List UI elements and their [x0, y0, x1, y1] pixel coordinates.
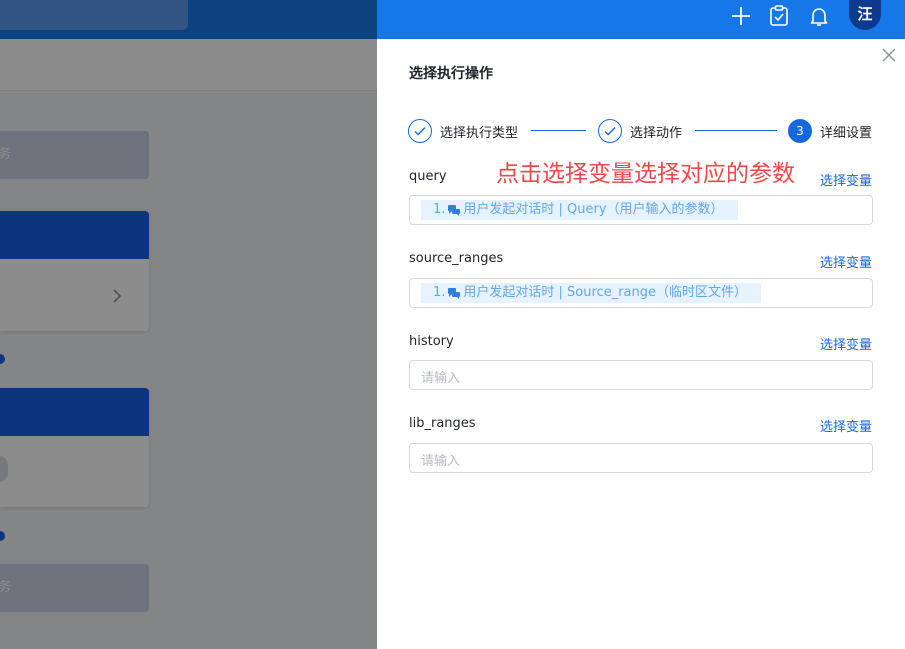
modal-mask[interactable] — [0, 0, 377, 649]
check-icon — [414, 127, 426, 136]
field-label-lib-ranges: lib_ranges — [409, 416, 476, 431]
placeholder: 请输入 — [421, 371, 461, 386]
select-variable-link-source-ranges[interactable]: 选择变量 — [820, 252, 872, 271]
field-label-history: history — [409, 334, 454, 349]
step-1: 选择执行类型 — [408, 118, 518, 144]
lib-ranges-input[interactable]: 请输入 — [409, 443, 873, 473]
action-drawer: 选择执行操作 选择执行类型 选择动作 3 详细设置 点击选择变量选择对应的参数 … — [377, 39, 905, 649]
avatar[interactable]: 汪 — [849, 0, 881, 30]
step-label: 详细设置 — [820, 125, 873, 141]
step-done-icon — [408, 119, 432, 143]
variable-tag[interactable]: 1. 用户发起对话时 | Query（用户输入的参数） — [421, 200, 738, 220]
source-ranges-field[interactable]: 1. 用户发起对话时 | Source_range（临时区文件） — [409, 278, 873, 308]
tag-text: 用户发起对话时 | Source_range（临时区文件） — [463, 285, 748, 300]
step-label: 选择执行类型 — [440, 125, 519, 141]
bell-icon[interactable] — [807, 4, 831, 28]
step-number: 3 — [788, 119, 812, 143]
step-done-icon — [598, 119, 622, 143]
tag-text: 用户发起对话时 | Query（用户输入的参数） — [463, 202, 724, 217]
step-2: 选择动作 — [598, 118, 682, 144]
steps: 选择执行类型 选择动作 3 详细设置 — [408, 118, 878, 144]
field-label-source-ranges: source_ranges — [409, 251, 504, 266]
step-connector — [695, 130, 777, 131]
tag-index: 1. — [433, 202, 446, 217]
step-label: 选择动作 — [630, 125, 683, 141]
chat-icon — [448, 287, 461, 299]
select-variable-link-history[interactable]: 选择变量 — [820, 334, 872, 353]
placeholder: 请输入 — [421, 454, 461, 469]
select-variable-link-query[interactable]: 选择变量 — [820, 170, 872, 189]
drawer-title: 选择执行操作 — [409, 66, 493, 82]
clipboard-check-icon[interactable] — [767, 4, 791, 28]
annotation-text: 点击选择变量选择对应的参数 — [496, 161, 795, 187]
tag-index: 1. — [433, 285, 446, 300]
step-connector — [531, 130, 586, 131]
variable-tag[interactable]: 1. 用户发起对话时 | Source_range（临时区文件） — [421, 283, 762, 303]
select-variable-link-lib-ranges[interactable]: 选择变量 — [820, 416, 872, 435]
check-icon — [604, 127, 616, 136]
chat-icon — [448, 204, 461, 216]
field-label-query: query — [409, 169, 447, 184]
plus-icon[interactable] — [729, 4, 753, 28]
close-icon[interactable] — [881, 47, 897, 63]
query-field[interactable]: 1. 用户发起对话时 | Query（用户输入的参数） — [409, 195, 873, 225]
history-input[interactable]: 请输入 — [409, 360, 873, 390]
step-3: 3 详细设置 — [788, 118, 872, 144]
